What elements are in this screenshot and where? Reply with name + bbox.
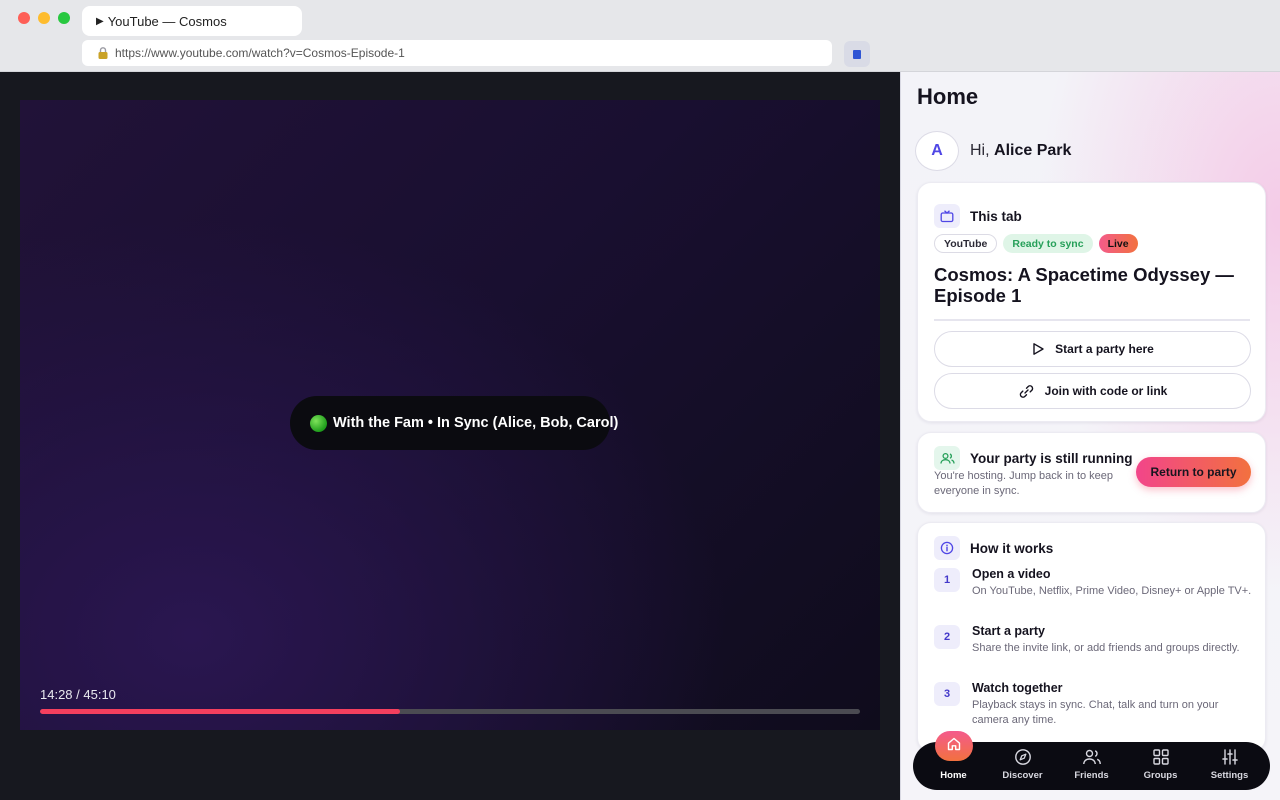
- grid-icon: [1152, 749, 1169, 765]
- sync-status-text: With the Fam • In Sync (Alice, Bob, Caro…: [333, 415, 619, 431]
- live-badge: Live: [1098, 234, 1138, 253]
- start-party-button[interactable]: Start a party here: [934, 331, 1251, 367]
- nav-groups[interactable]: Groups: [1131, 748, 1191, 781]
- address-bar[interactable]: https://www.youtube.com/watch?v=Cosmos-E…: [82, 40, 832, 66]
- step-description: Share the invite link, or add friends an…: [972, 642, 1240, 654]
- how-it-works-card: How it works 1 Open a video On YouTube, …: [917, 522, 1266, 752]
- users-icon: [934, 446, 960, 470]
- party-sidebar: Home A Hi, Alice Park This tab YouTube R…: [900, 72, 1280, 800]
- nav-discover[interactable]: Discover: [993, 748, 1053, 781]
- party-running-subtext: You're hosting. Jump back in to keep eve…: [934, 470, 1114, 497]
- nav-friends-label: Friends: [1074, 770, 1109, 781]
- step-item: 2 Start a party Share the invite link, o…: [934, 624, 1252, 656]
- step-title: Start a party: [972, 624, 1045, 638]
- step-item: 1 Open a video On YouTube, Netflix, Prim…: [934, 567, 1252, 599]
- greeting-prefix: Hi,: [970, 142, 990, 159]
- lock-icon: [96, 46, 110, 60]
- video-page: With the Fam • In Sync (Alice, Bob, Caro…: [0, 72, 900, 800]
- nav-home-label: Home: [940, 770, 967, 781]
- ready-badge: Ready to sync: [1003, 234, 1093, 253]
- this-tab-header: This tab: [934, 204, 1022, 228]
- nav-home[interactable]: Home: [924, 731, 984, 781]
- close-window-button[interactable]: [18, 12, 30, 24]
- join-code-label: Join with code or link: [1044, 384, 1168, 398]
- progress-bar[interactable]: [40, 709, 860, 714]
- greeting: Hi, Alice Park: [970, 142, 1071, 160]
- sliders-icon: [1221, 749, 1238, 765]
- tv-icon: [934, 204, 960, 228]
- step-item: 3 Watch together Playback stays in sync.…: [934, 681, 1252, 727]
- divider: [934, 319, 1250, 321]
- info-icon: [934, 536, 960, 560]
- return-to-party-button[interactable]: Return to party: [1136, 457, 1251, 487]
- step-description: On YouTube, Netflix, Prime Video, Disney…: [972, 585, 1252, 597]
- home-icon: [934, 731, 973, 761]
- friends-icon: [1082, 749, 1101, 765]
- page-title: Home: [917, 84, 979, 109]
- greeting-row: A Hi, Alice Park: [915, 131, 1071, 171]
- browser-tab[interactable]: ▶ YouTube — Cosmos: [82, 6, 302, 36]
- video-title: Cosmos: A Spacetime Odyssey — Episode 1: [934, 264, 1234, 306]
- this-tab-card: This tab YouTube Ready to sync Live Cosm…: [917, 182, 1266, 422]
- green-dot-icon: [310, 414, 327, 432]
- play-icon: ▶: [96, 15, 104, 27]
- progress-fill: [40, 709, 400, 714]
- platform-badge: YouTube: [934, 234, 998, 253]
- nav-settings[interactable]: Settings: [1200, 748, 1260, 781]
- extension-icon[interactable]: [844, 41, 870, 67]
- nav-friends[interactable]: Friends: [1062, 748, 1122, 781]
- play-outline-icon: [1033, 343, 1044, 355]
- party-running-heading: Your party is still running: [970, 450, 1133, 466]
- step-title: Watch together: [972, 681, 1063, 695]
- step-number: 1: [934, 568, 960, 592]
- nav-discover-label: Discover: [1002, 770, 1043, 781]
- user-name: Alice Park: [994, 142, 1072, 159]
- how-it-works-header: How it works: [934, 536, 1053, 560]
- step-number: 2: [934, 625, 960, 649]
- join-code-button[interactable]: Join with code or link: [934, 373, 1251, 409]
- compass-icon: [1014, 749, 1031, 765]
- step-title: Open a video: [972, 567, 1051, 581]
- sync-status-overlay: With the Fam • In Sync (Alice, Bob, Caro…: [290, 396, 618, 450]
- url-text: https://www.youtube.com/watch?v=Cosmos-E…: [115, 46, 405, 60]
- browser-chrome: ▶ YouTube — Cosmos https://www.youtube.c…: [0, 0, 1280, 72]
- how-it-works-heading: How it works: [970, 540, 1054, 556]
- step-description: Playback stays in sync. Chat, talk and t…: [972, 699, 1219, 726]
- party-running-header: Your party is still running: [934, 446, 1133, 470]
- this-tab-heading: This tab: [970, 208, 1022, 224]
- link-icon: [1019, 384, 1033, 398]
- maximize-window-button[interactable]: [58, 12, 70, 24]
- status-chips: YouTube Ready to sync Live: [934, 234, 1138, 253]
- minimize-window-button[interactable]: [38, 12, 50, 24]
- bottom-nav: Home Discover Friends Groups Settings: [913, 731, 1270, 790]
- nav-groups-label: Groups: [1143, 770, 1178, 781]
- video-player[interactable]: With the Fam • In Sync (Alice, Bob, Caro…: [20, 100, 880, 730]
- playback-time: 14:28 / 45:10: [40, 687, 116, 702]
- avatar[interactable]: A: [915, 131, 959, 171]
- start-party-label: Start a party here: [1055, 342, 1154, 356]
- party-running-card: Your party is still running You're hosti…: [917, 432, 1266, 513]
- step-number: 3: [934, 682, 960, 706]
- tab-title: YouTube — Cosmos: [107, 13, 227, 29]
- nav-settings-label: Settings: [1210, 770, 1249, 781]
